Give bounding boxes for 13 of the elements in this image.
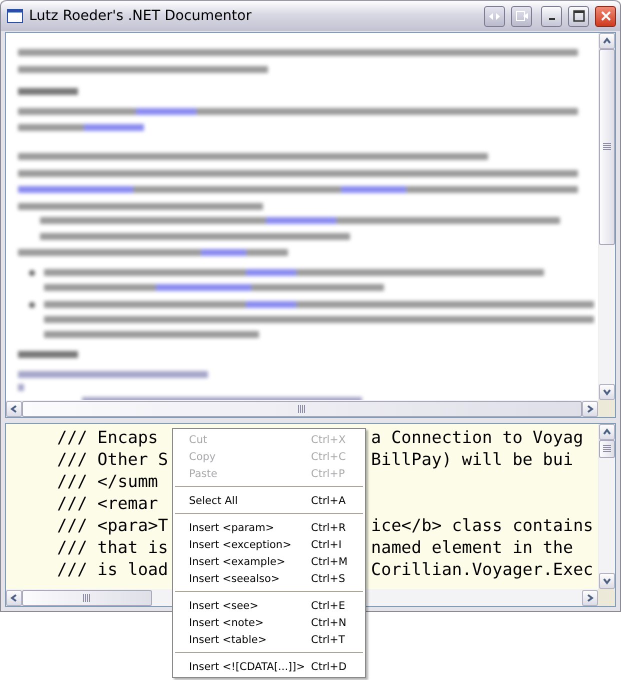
code-line: /// <remar [57,492,158,514]
code-line: /// <para>T [57,514,168,536]
code-line: /// Other S [57,448,168,470]
code-line: BillPay) will be bui [371,448,574,470]
code-line: /// is load [57,558,168,580]
code-line: /// that is [57,536,168,558]
code-line: /// Encaps [57,426,158,448]
code-line: named element in the [371,536,574,558]
code-line: ice</b> class contains [371,514,594,536]
code-line: a Connection to Voyag [371,426,584,448]
code-line: /// </summ [57,470,158,492]
code-line: Corillian.Voyager.Exec [371,558,594,580]
window-title: Lutz Roeder's .NET Documentor [29,8,252,24]
